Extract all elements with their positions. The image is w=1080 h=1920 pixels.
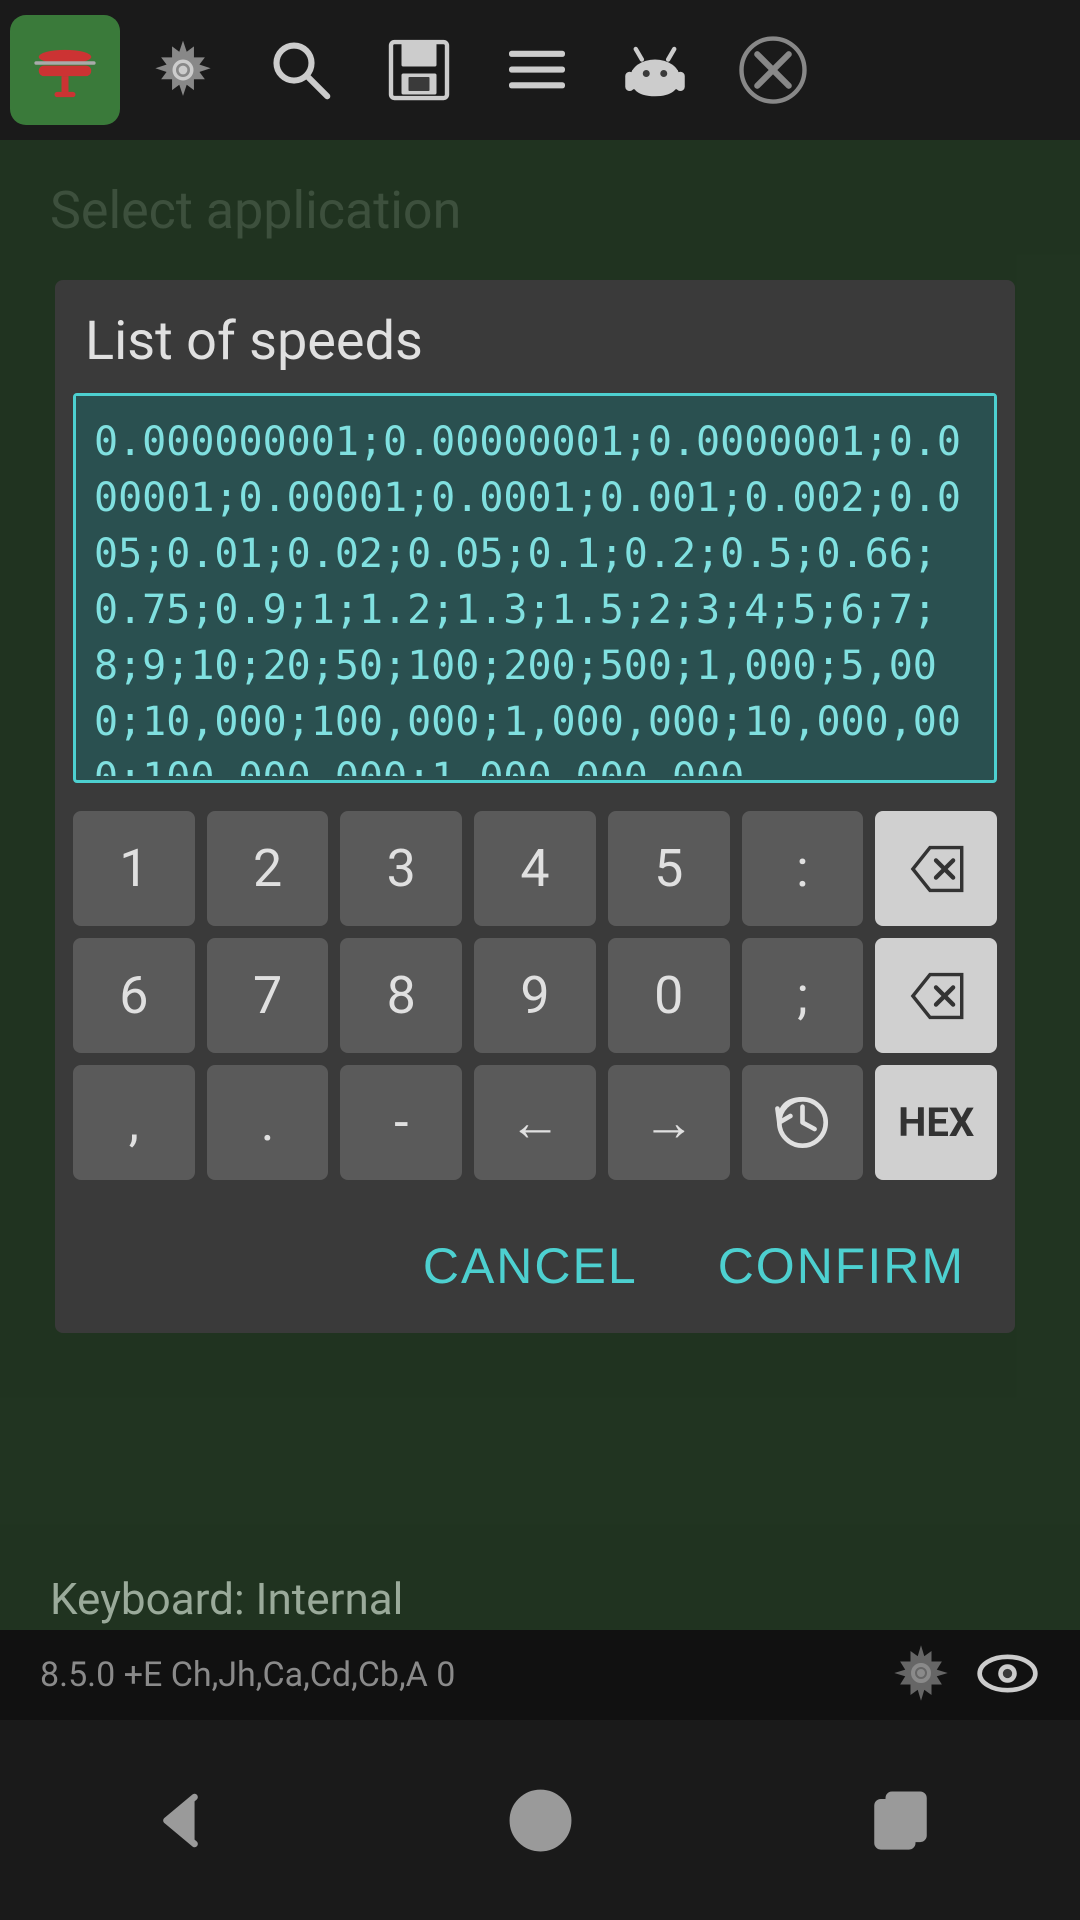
recents-button[interactable] (850, 1770, 950, 1870)
confirm-button[interactable]: CONFIRM (698, 1227, 985, 1305)
settings-icon[interactable] (128, 15, 238, 125)
key-4[interactable]: 4 (474, 811, 596, 926)
status-text: 8.5.0 +E Ch,Jh,Ca,Cd,Cb,A 0 (40, 1655, 455, 1695)
key-row-2: 6 7 8 9 0 ; (73, 938, 997, 1053)
cancel-button[interactable]: CANCEL (403, 1227, 658, 1305)
key-1[interactable]: 1 (73, 811, 195, 926)
key-left-arrow[interactable]: ← (474, 1065, 596, 1180)
key-backspace-1[interactable] (875, 811, 997, 926)
keyboard: 1 2 3 4 5 : 6 7 8 9 0 ; (55, 791, 1015, 1202)
eye-status-icon[interactable] (975, 1641, 1040, 1710)
toolbar (0, 0, 1080, 140)
status-bar: 8.5.0 +E Ch,Jh,Ca,Cd,Cb,A 0 (0, 1630, 1080, 1720)
back-button[interactable] (130, 1770, 230, 1870)
key-6[interactable]: 6 (73, 938, 195, 1053)
speeds-input[interactable] (76, 396, 994, 776)
key-colon[interactable]: : (742, 811, 864, 926)
key-hex[interactable]: HEX (875, 1065, 997, 1180)
keyboard-label: Keyboard: Internal (50, 1573, 403, 1625)
save-icon[interactable] (364, 15, 474, 125)
nav-bar (0, 1720, 1080, 1920)
app-icon[interactable] (10, 15, 120, 125)
key-comma[interactable]: , (73, 1065, 195, 1180)
search-icon[interactable] (246, 15, 356, 125)
home-button[interactable] (490, 1770, 590, 1870)
key-row-3: , . - ← → HEX (73, 1065, 997, 1180)
key-minus[interactable]: - (340, 1065, 462, 1180)
key-right-arrow[interactable]: → (608, 1065, 730, 1180)
key-5[interactable]: 5 (608, 811, 730, 926)
close-icon[interactable] (718, 15, 828, 125)
text-area-wrapper (73, 393, 997, 783)
gear-status-icon[interactable] (891, 1643, 951, 1707)
key-7[interactable]: 7 (207, 938, 329, 1053)
dialog-title: List of speeds (55, 280, 1015, 393)
dialog-buttons: CANCEL CONFIRM (55, 1202, 1015, 1333)
key-history[interactable] (742, 1065, 864, 1180)
key-8[interactable]: 8 (340, 938, 462, 1053)
key-backspace-2[interactable] (875, 938, 997, 1053)
key-3[interactable]: 3 (340, 811, 462, 926)
list-icon[interactable] (482, 15, 592, 125)
key-2[interactable]: 2 (207, 811, 329, 926)
dialog: List of speeds 1 2 3 4 5 : 6 7 8 (55, 280, 1015, 1333)
key-row-1: 1 2 3 4 5 : (73, 811, 997, 926)
key-dot[interactable]: . (207, 1065, 329, 1180)
key-0[interactable]: 0 (608, 938, 730, 1053)
key-9[interactable]: 9 (474, 938, 596, 1053)
android-icon[interactable] (600, 15, 710, 125)
key-semicolon[interactable]: ; (742, 938, 864, 1053)
